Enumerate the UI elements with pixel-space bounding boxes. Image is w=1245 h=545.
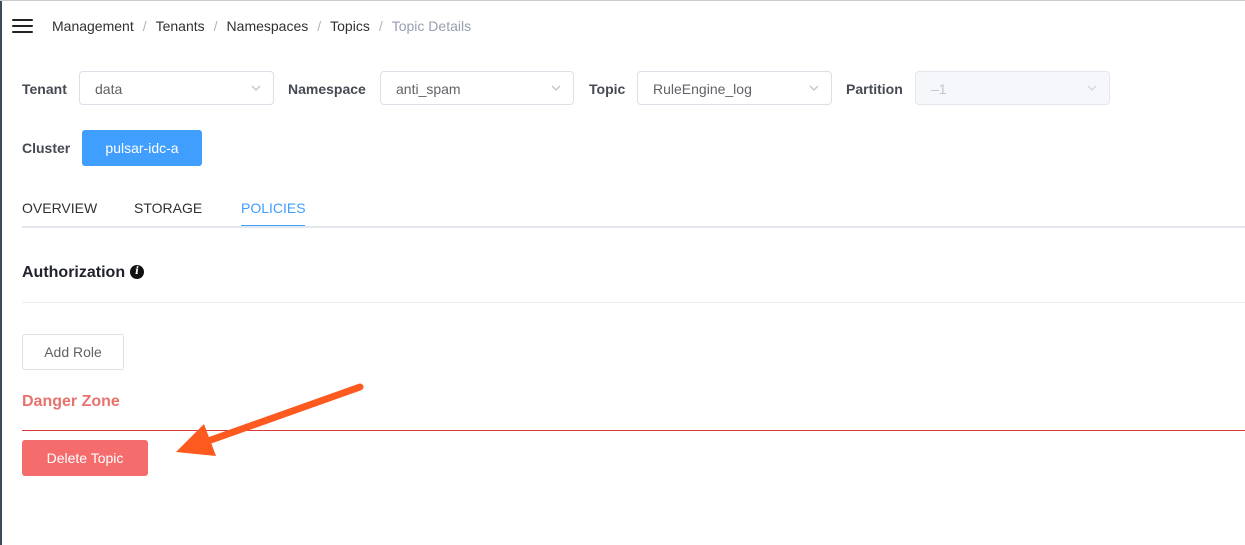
tab-overview[interactable]: OVERVIEW	[22, 199, 97, 217]
partition-select: –1	[915, 71, 1110, 105]
namespace-select-value: anti_spam	[396, 81, 461, 97]
add-role-button[interactable]: Add Role	[22, 334, 124, 370]
authorization-title: Authorization	[22, 264, 126, 281]
breadcrumb-tenants[interactable]: Tenants	[156, 18, 205, 34]
breadcrumb-separator: /	[142, 18, 147, 34]
partition-select-value: –1	[931, 81, 947, 97]
topic-select[interactable]: RuleEngine_log	[637, 71, 832, 105]
topic-select-value: RuleEngine_log	[653, 81, 752, 97]
section-divider	[22, 302, 1245, 303]
chevron-down-icon	[809, 85, 819, 91]
tab-policies[interactable]: POLICIES	[241, 199, 306, 217]
breadcrumb-topics[interactable]: Topics	[330, 18, 370, 34]
breadcrumb-topic-details: Topic Details	[391, 18, 472, 34]
chevron-down-icon	[251, 85, 261, 91]
tenant-label: Tenant	[22, 81, 67, 97]
namespace-label: Namespace	[288, 81, 366, 97]
tabs-divider	[22, 226, 1245, 228]
breadcrumb-separator: /	[378, 18, 383, 34]
info-icon[interactable]: i	[130, 265, 144, 279]
tenant-select-value: data	[95, 81, 123, 97]
topic-label: Topic	[589, 81, 626, 97]
cluster-label: Cluster	[22, 140, 71, 156]
breadcrumb-management[interactable]: Management	[52, 18, 134, 34]
partition-label: Partition	[846, 81, 903, 97]
breadcrumb-separator: /	[317, 18, 322, 34]
tab-storage[interactable]: STORAGE	[134, 199, 202, 217]
breadcrumb: Management / Tenants / Namespaces / Topics / Top…	[52, 17, 471, 35]
chevron-down-icon	[1087, 85, 1097, 91]
namespace-select[interactable]: anti_spam	[380, 71, 574, 105]
breadcrumb-separator: /	[213, 18, 218, 34]
delete-topic-button[interactable]: Delete Topic	[22, 440, 148, 476]
hamburger-menu-icon[interactable]	[12, 18, 33, 34]
topic-details-page: Management / Tenants / Namespaces / Topics / Top…	[0, 0, 1245, 545]
tenant-select[interactable]: data	[79, 71, 274, 105]
window-left-edge	[0, 0, 2, 545]
arrow-icon	[176, 383, 364, 456]
window-top-edge	[0, 0, 1245, 1]
chevron-down-icon	[551, 85, 561, 91]
topic-tabs: OVERVIEW STORAGE POLICIES	[22, 199, 1245, 228]
cluster-pulsar-idc-a-button[interactable]: pulsar-idc-a	[82, 130, 202, 166]
danger-zone-title: Danger Zone	[22, 393, 120, 410]
breadcrumb-namespaces[interactable]: Namespaces	[227, 18, 309, 34]
